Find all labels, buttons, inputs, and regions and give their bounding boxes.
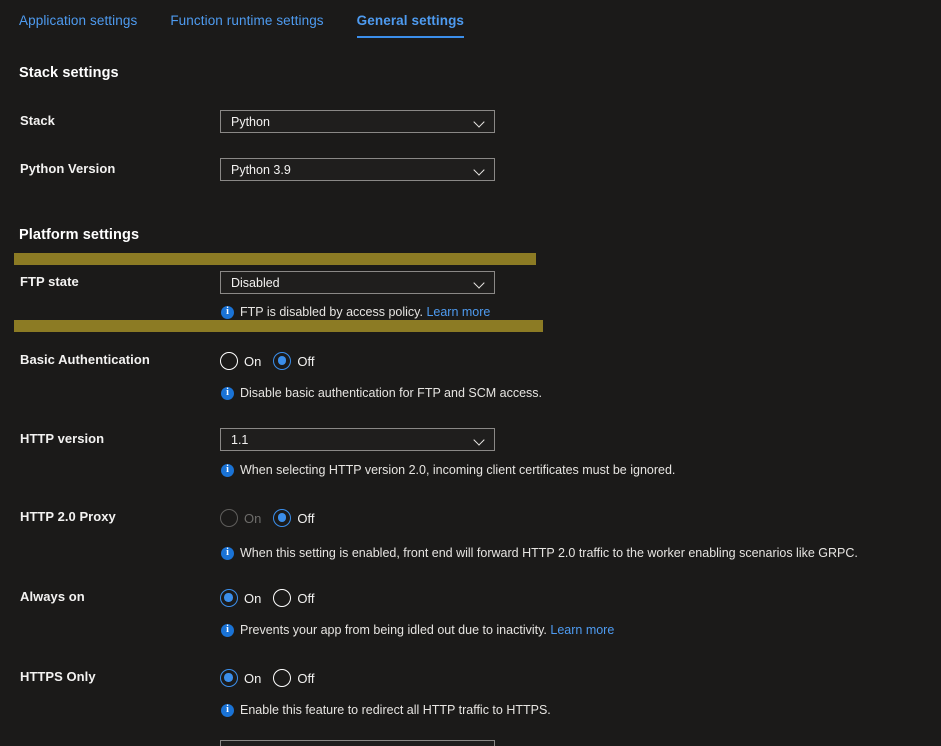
https-only-on-label: On [244, 670, 262, 686]
always-on-on-option[interactable]: On [220, 589, 261, 607]
https-only-off-label: Off [297, 670, 315, 686]
https-only-on-option[interactable]: On [220, 669, 261, 687]
always-on-hint: Prevents your app from being idled out d… [221, 623, 614, 637]
basic-authentication-off-option[interactable]: Off [273, 352, 314, 370]
http2-proxy-hint: When this setting is enabled, front end … [221, 546, 858, 560]
radio-icon [273, 589, 292, 607]
radio-icon [273, 669, 292, 687]
ftp-state-learn-more-link[interactable]: Learn more [426, 305, 490, 319]
https-only-hint: Enable this feature to redirect all HTTP… [221, 703, 551, 717]
radio-icon [220, 589, 238, 607]
basic-authentication-radio-group: On Off [220, 352, 314, 370]
basic-authentication-on-option[interactable]: On [220, 352, 261, 370]
http-version-hint: When selecting HTTP version 2.0, incomin… [221, 463, 675, 477]
radio-icon [273, 352, 292, 370]
ftp-state-label: FTP state [20, 274, 79, 289]
http2-proxy-on-option: On [220, 509, 261, 527]
http2-proxy-on-label: On [244, 510, 262, 526]
python-version-dropdown-value: Python 3.9 [231, 162, 291, 177]
highlight-bar-top [14, 253, 536, 265]
https-only-off-option[interactable]: Off [273, 669, 314, 687]
stack-dropdown[interactable]: Python [220, 110, 495, 133]
ftp-state-hint: FTP is disabled by access policy. Learn … [221, 305, 490, 319]
http2-proxy-off-label: Off [297, 510, 315, 526]
tab-application-settings[interactable]: Application settings [19, 0, 137, 38]
basic-authentication-hint: Disable basic authentication for FTP and… [221, 386, 542, 400]
always-on-hint-text: Prevents your app from being idled out d… [240, 623, 547, 637]
chevron-down-icon [474, 434, 486, 446]
platform-settings-heading: Platform settings [19, 227, 140, 243]
always-on-label: Always on [20, 589, 85, 604]
info-icon [221, 623, 234, 637]
tab-function-runtime-settings[interactable]: Function runtime settings [170, 0, 323, 38]
tab-general-settings[interactable]: General settings [356, 0, 465, 38]
info-icon [221, 703, 234, 717]
radio-icon [220, 669, 238, 687]
basic-authentication-hint-text: Disable basic authentication for FTP and… [240, 386, 542, 400]
info-icon [221, 546, 234, 560]
radio-icon [273, 509, 292, 527]
http-version-dropdown[interactable]: 1.1 [220, 428, 495, 451]
info-icon [221, 463, 234, 477]
always-on-off-option[interactable]: Off [273, 589, 314, 607]
ftp-state-dropdown-value: Disabled [231, 275, 280, 290]
ftp-state-dropdown[interactable]: Disabled [220, 271, 495, 294]
http-version-dropdown-value: 1.1 [231, 432, 249, 447]
always-on-learn-more-link[interactable]: Learn more [550, 623, 614, 637]
http2-proxy-off-option[interactable]: Off [273, 509, 314, 527]
https-only-label: HTTPS Only [20, 669, 96, 684]
always-on-radio-group: On Off [220, 589, 314, 607]
stack-label: Stack [20, 113, 55, 128]
basic-authentication-label: Basic Authentication [20, 352, 150, 367]
radio-icon [220, 352, 238, 370]
ftp-state-hint-text: FTP is disabled by access policy. [240, 305, 423, 319]
chevron-down-icon [474, 164, 486, 176]
highlight-bar-bottom [14, 320, 543, 332]
https-only-hint-text: Enable this feature to redirect all HTTP… [240, 703, 551, 717]
http2-proxy-label: HTTP 2.0 Proxy [20, 509, 116, 524]
chevron-down-icon [474, 116, 486, 128]
always-on-on-label: On [244, 590, 262, 606]
basic-authentication-off-label: Off [297, 353, 315, 369]
http-version-label: HTTP version [20, 431, 105, 446]
http2-proxy-hint-text: When this setting is enabled, front end … [240, 546, 858, 560]
stack-settings-heading: Stack settings [19, 65, 119, 81]
http2-proxy-radio-group: On Off [220, 509, 314, 527]
settings-tab-bar: Application settings Function runtime se… [0, 0, 941, 44]
stack-dropdown-value: Python [231, 114, 270, 129]
next-setting-dropdown-partial[interactable] [220, 740, 495, 746]
https-only-radio-group: On Off [220, 669, 314, 687]
info-icon [221, 386, 234, 400]
info-icon [221, 305, 234, 319]
chevron-down-icon [474, 277, 486, 289]
always-on-off-label: Off [297, 590, 315, 606]
python-version-dropdown[interactable]: Python 3.9 [220, 158, 495, 181]
basic-authentication-on-label: On [244, 353, 262, 369]
http-version-hint-text: When selecting HTTP version 2.0, incomin… [240, 463, 676, 477]
radio-icon [220, 509, 238, 527]
python-version-label: Python Version [20, 161, 116, 176]
